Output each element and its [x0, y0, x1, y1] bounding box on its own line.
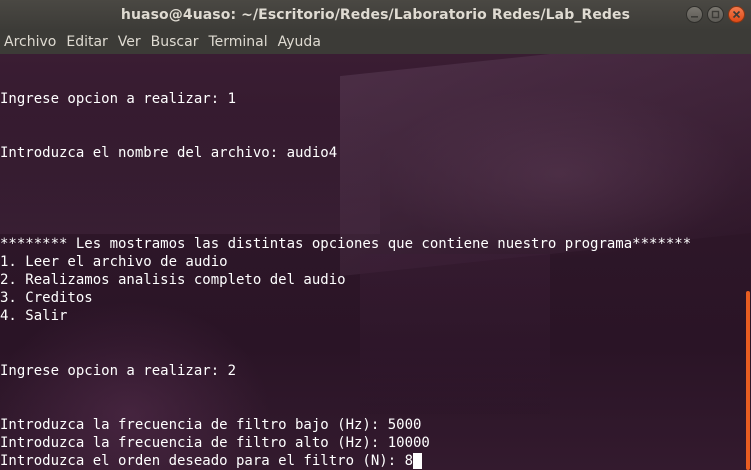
close-button[interactable]: [728, 6, 745, 23]
terminal-line: 2. Realizamos analisis completo del audi…: [0, 272, 346, 289]
terminal-line: 3. Creditos: [0, 290, 93, 307]
scrollbar[interactable]: [745, 54, 751, 470]
scroll-thumb[interactable]: [746, 291, 750, 470]
maximize-button[interactable]: [707, 6, 724, 23]
text-cursor: [413, 453, 423, 470]
prompt-text: Introduzca el orden deseado para el filt…: [0, 453, 414, 470]
menu-bar: Archivo Editar Ver Buscar Terminal Ayuda: [0, 30, 751, 54]
terminal-line: ******** Les mostramos las distintas opc…: [0, 235, 692, 252]
minimize-icon: [691, 16, 698, 18]
menu-ver[interactable]: Ver: [113, 34, 146, 50]
menu-archivo[interactable]: Archivo: [0, 34, 61, 50]
terminal-output[interactable]: Ingrese opcion a realizar: 1 Introduzca …: [0, 54, 691, 470]
terminal-line: Introduzca la frecuencia de filtro bajo …: [0, 416, 422, 433]
title-bar[interactable]: huaso@4uaso: ~/Escritorio/Redes/Laborato…: [0, 0, 751, 30]
maximize-icon: [711, 10, 720, 19]
terminal-line: Ingrese opcion a realizar: 1: [0, 91, 237, 108]
terminal-prompt-line: Introduzca el orden deseado para el filt…: [0, 452, 691, 470]
window-title: huaso@4uaso: ~/Escritorio/Redes/Laborato…: [120, 7, 631, 23]
close-icon: [732, 10, 741, 19]
terminal-line: 4. Salir: [0, 308, 68, 325]
minimize-button[interactable]: [686, 6, 703, 23]
terminal-line: Ingrese opcion a realizar: 2: [0, 362, 237, 379]
terminal-line: 1. Leer el archivo de audio: [0, 254, 228, 271]
window-controls: [686, 6, 745, 23]
menu-buscar[interactable]: Buscar: [146, 34, 204, 50]
terminal-window: huaso@4uaso: ~/Escritorio/Redes/Laborato…: [0, 0, 751, 470]
menu-ayuda[interactable]: Ayuda: [273, 34, 326, 50]
menu-terminal[interactable]: Terminal: [203, 34, 272, 50]
terminal-line: Introduzca el nombre del archivo: audio4: [0, 145, 338, 162]
menu-editar[interactable]: Editar: [61, 34, 112, 50]
terminal-line: Introduzca la frecuencia de filtro alto …: [0, 434, 430, 451]
terminal-area[interactable]: Ingrese opcion a realizar: 1 Introduzca …: [0, 54, 751, 470]
